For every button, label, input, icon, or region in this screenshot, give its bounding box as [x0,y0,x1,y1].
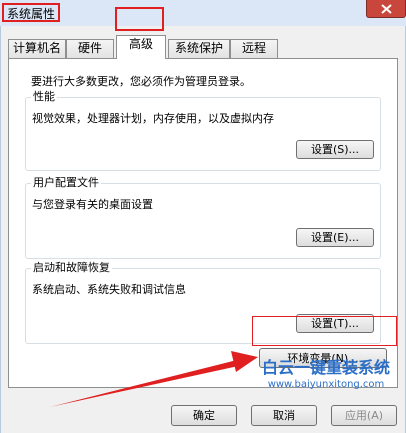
startup-recovery-group: 启动和故障恢复 系统启动、系统失败和调试信息 设置(T)... [25,261,381,344]
close-button[interactable] [366,0,406,18]
apply-button[interactable]: 应用(A) [331,405,397,426]
tab-system-protection[interactable]: 系统保护 [168,39,230,58]
cancel-button[interactable]: 取消 [251,405,317,426]
advanced-panel: 要进行大多数更改，您必须作为管理员登录。 性能 视觉效果，处理器计划，内存使用，… [8,58,398,388]
performance-title: 性能 [31,90,57,104]
tab-hardware[interactable]: 硬件 [66,39,114,58]
close-icon [381,4,392,14]
user-profiles-title: 用户配置文件 [31,176,101,190]
environment-variables-button[interactable]: 环境变量(N)... [259,348,387,368]
window-title: 系统属性 [2,3,61,22]
dialog-body: 计算机名 硬件 高级 系统保护 远程 要进行大多数更改，您必须作为管理员登录。 … [0,26,406,433]
title-bar[interactable]: 系统属性 [0,0,406,26]
performance-settings-button[interactable]: 设置(S)... [296,140,374,159]
tab-strip: 计算机名 硬件 高级 系统保护 远程 [8,35,398,59]
performance-description: 视觉效果，处理器计划，内存使用，以及虚拟内存 [32,112,274,125]
startup-recovery-description: 系统启动、系统失败和调试信息 [32,283,186,296]
user-profiles-description: 与您登录有关的桌面设置 [32,198,153,211]
user-profiles-settings-button[interactable]: 设置(E)... [296,228,374,247]
tab-remote[interactable]: 远程 [230,39,278,58]
admin-note: 要进行大多数更改，您必须作为管理员登录。 [31,75,251,88]
performance-group: 性能 视觉效果，处理器计划，内存使用，以及虚拟内存 设置(S)... [25,90,381,171]
system-properties-window: 系统属性 计算机名 硬件 高级 系统保护 远程 要进行大多数更改，您必须作为管理… [0,0,406,433]
ok-button[interactable]: 确定 [171,405,237,426]
startup-recovery-settings-button[interactable]: 设置(T)... [296,314,374,333]
tab-advanced[interactable]: 高级 [116,35,166,59]
tab-computer-name[interactable]: 计算机名 [8,39,66,58]
startup-recovery-title: 启动和故障恢复 [31,261,112,275]
user-profiles-group: 用户配置文件 与您登录有关的桌面设置 设置(E)... [25,176,381,259]
